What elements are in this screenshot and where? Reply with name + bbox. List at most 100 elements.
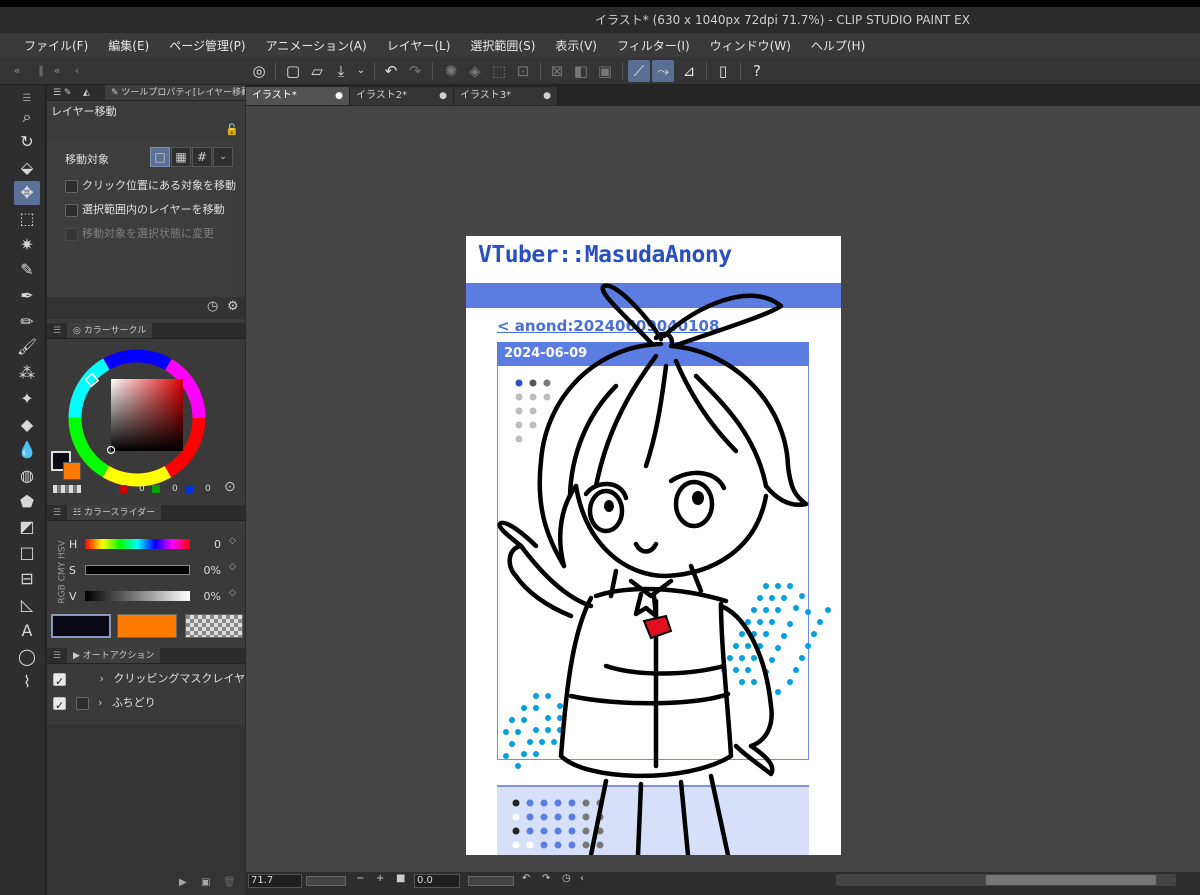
menu-help[interactable]: ヘルプ(H) bbox=[801, 37, 875, 54]
transparent-swatch[interactable] bbox=[53, 485, 81, 493]
sub-color-bar[interactable] bbox=[117, 614, 177, 638]
undo-icon[interactable]: ↶ bbox=[380, 60, 402, 82]
menu-window[interactable]: ウィンドウ(W) bbox=[700, 37, 801, 54]
show-selection-icon[interactable]: ▣ bbox=[594, 60, 616, 82]
angle-slider[interactable] bbox=[468, 876, 514, 886]
smartphone-icon[interactable]: ▯ bbox=[712, 60, 734, 82]
chevron-right-icon[interactable]: › bbox=[100, 672, 104, 685]
transparent-color-bar[interactable] bbox=[185, 614, 243, 638]
rotate-right-icon[interactable]: ↷ bbox=[542, 873, 550, 884]
checkbox[interactable] bbox=[53, 671, 66, 693]
horizontal-scrollbar[interactable] bbox=[836, 874, 1176, 886]
eyedropper-tool-icon[interactable]: ✎ bbox=[14, 258, 40, 282]
menu-view[interactable]: 表示(V) bbox=[545, 37, 607, 54]
eraser-tool-icon[interactable]: ◆ bbox=[14, 413, 40, 437]
spin-icon[interactable]: ◇ bbox=[229, 536, 236, 546]
text-tool-icon[interactable]: A bbox=[14, 619, 40, 643]
canvas-viewport[interactable]: VTuber::MasudaAnony < anond:202406090401… bbox=[246, 106, 1200, 872]
shape-tool-icon[interactable]: □ bbox=[14, 541, 40, 565]
redo-icon[interactable]: ↷ bbox=[404, 60, 426, 82]
auto-select-tool-icon[interactable]: ✷ bbox=[14, 233, 40, 257]
color-mode-icon[interactable]: ⊙ bbox=[224, 479, 236, 495]
auto-action-item[interactable]: › クリッピングマスクレイヤー bbox=[53, 668, 256, 693]
play-icon[interactable]: ▶ bbox=[179, 877, 187, 888]
main-color-bar[interactable] bbox=[51, 614, 111, 638]
snap-grid-icon[interactable]: ⊿ bbox=[678, 60, 700, 82]
scroll-left-icon[interactable]: ‹ bbox=[580, 873, 584, 884]
canvas[interactable]: VTuber::MasudaAnony < anond:202406090401… bbox=[466, 236, 841, 855]
move-layer-tool-icon[interactable]: ✥ bbox=[14, 181, 40, 205]
scrollbar-thumb[interactable] bbox=[986, 875, 1156, 885]
zoom-in-icon[interactable]: + bbox=[376, 873, 384, 884]
collapse-icon[interactable]: « bbox=[46, 60, 68, 82]
zoom-slider[interactable] bbox=[306, 876, 346, 886]
angle-input[interactable]: 0.0 bbox=[414, 874, 460, 888]
transform-icon[interactable]: ⬚ bbox=[488, 60, 510, 82]
brush-tool-icon[interactable]: 🖌 bbox=[14, 335, 40, 359]
lock-icon[interactable]: 🔓 bbox=[225, 123, 239, 136]
close-icon[interactable]: ● bbox=[335, 87, 343, 105]
move-target-grid-button[interactable]: # bbox=[192, 147, 212, 167]
chevron-right-icon[interactable]: › bbox=[98, 696, 102, 709]
zoom-tool-icon[interactable]: ⌕ bbox=[14, 105, 40, 129]
fill-selection-icon[interactable]: ◈ bbox=[464, 60, 486, 82]
invert-selection-icon[interactable]: ◧ bbox=[570, 60, 592, 82]
menu-animation[interactable]: アニメーション(A) bbox=[256, 37, 377, 54]
help-icon[interactable]: ? bbox=[746, 60, 768, 82]
option-click-target[interactable]: クリック位置にある対象を移動 bbox=[65, 177, 236, 193]
color-mode-tabs[interactable]: RGB CMY HSV bbox=[58, 540, 68, 603]
tab-color-slider[interactable]: ☷ カラースライダー bbox=[67, 505, 162, 520]
spin-icon[interactable]: ◇ bbox=[229, 588, 236, 598]
menu-page[interactable]: ページ管理(P) bbox=[159, 37, 255, 54]
rotate-tool-icon[interactable]: ↻ bbox=[14, 130, 40, 154]
tab-tool-icon[interactable]: ◭ bbox=[77, 85, 96, 100]
new-file-icon[interactable]: ▢ bbox=[282, 60, 304, 82]
save-icon[interactable]: ⤓ bbox=[330, 60, 352, 82]
close-icon[interactable]: ● bbox=[439, 87, 447, 105]
menu-edit[interactable]: 編集(E) bbox=[98, 37, 159, 54]
zoom-reset-icon[interactable]: ■ bbox=[396, 873, 405, 884]
value-slider[interactable] bbox=[85, 591, 190, 601]
open-folder-icon[interactable]: ▱ bbox=[306, 60, 328, 82]
auto-action-item[interactable]: › ふちどり bbox=[53, 692, 233, 717]
selection-tool-icon[interactable]: ⬚ bbox=[14, 207, 40, 231]
figure-tool-icon[interactable]: ◍ bbox=[14, 464, 40, 488]
checkbox[interactable] bbox=[65, 203, 78, 217]
ruler-tool-icon[interactable]: ◺ bbox=[14, 593, 40, 617]
hue-slider[interactable] bbox=[85, 539, 190, 549]
pencil-tool-icon[interactable]: ✏ bbox=[14, 310, 40, 334]
wrench-icon[interactable]: ⚙ bbox=[227, 299, 239, 314]
menu-filter[interactable]: フィルター(I) bbox=[607, 37, 700, 54]
tab-auto-action[interactable]: ▶ オートアクション bbox=[67, 648, 161, 663]
tab-sub-tool[interactable]: ☰ ✎ bbox=[47, 85, 77, 100]
spin-icon[interactable]: ◇ bbox=[229, 562, 236, 572]
move-target-dropdown[interactable]: ⌄ bbox=[213, 147, 233, 167]
palette-menu-icon[interactable]: ☰ bbox=[47, 323, 67, 338]
pen-tool-icon[interactable]: ✒ bbox=[14, 284, 40, 308]
menu-file[interactable]: ファイル(F) bbox=[14, 37, 98, 54]
tab-tool-property[interactable]: ✎ ツールプロパティ[レイヤー移動 bbox=[105, 85, 245, 100]
scale-icon[interactable]: ⊡ bbox=[512, 60, 534, 82]
checkbox[interactable] bbox=[53, 695, 66, 717]
menu-layer[interactable]: レイヤー(L) bbox=[377, 37, 461, 54]
clear-selection-icon[interactable]: ⊠ bbox=[546, 60, 568, 82]
doc-tab-2[interactable]: イラスト2* ● bbox=[350, 87, 454, 105]
palette-menu-icon[interactable]: ☰ bbox=[47, 648, 67, 663]
loading-icon[interactable]: ✺ bbox=[440, 60, 462, 82]
trash-icon[interactable]: 🗑 bbox=[223, 877, 236, 888]
checkbox[interactable] bbox=[75, 696, 89, 710]
chevron-left-icon[interactable]: ‹ bbox=[66, 60, 88, 82]
reset-icon[interactable]: ◷ bbox=[207, 299, 218, 314]
collapse-left-icon[interactable]: « bbox=[6, 60, 28, 82]
reset-rotation-icon[interactable]: ◷ bbox=[562, 873, 571, 884]
move-target-layer-button[interactable]: □ bbox=[150, 147, 170, 167]
rotate-left-icon[interactable]: ↶ bbox=[522, 873, 530, 884]
blend-tool-icon[interactable]: 💧 bbox=[14, 438, 40, 462]
clip-studio-icon[interactable]: ◎ bbox=[248, 60, 270, 82]
tab-color-circle[interactable]: ◎ カラーサークル bbox=[67, 323, 153, 338]
sub-color-swatch[interactable] bbox=[63, 462, 81, 480]
close-icon[interactable]: ● bbox=[543, 87, 551, 105]
checkbox[interactable] bbox=[65, 179, 78, 193]
saturation-slider[interactable] bbox=[85, 565, 190, 575]
airbrush-tool-icon[interactable]: ⁂ bbox=[14, 361, 40, 385]
